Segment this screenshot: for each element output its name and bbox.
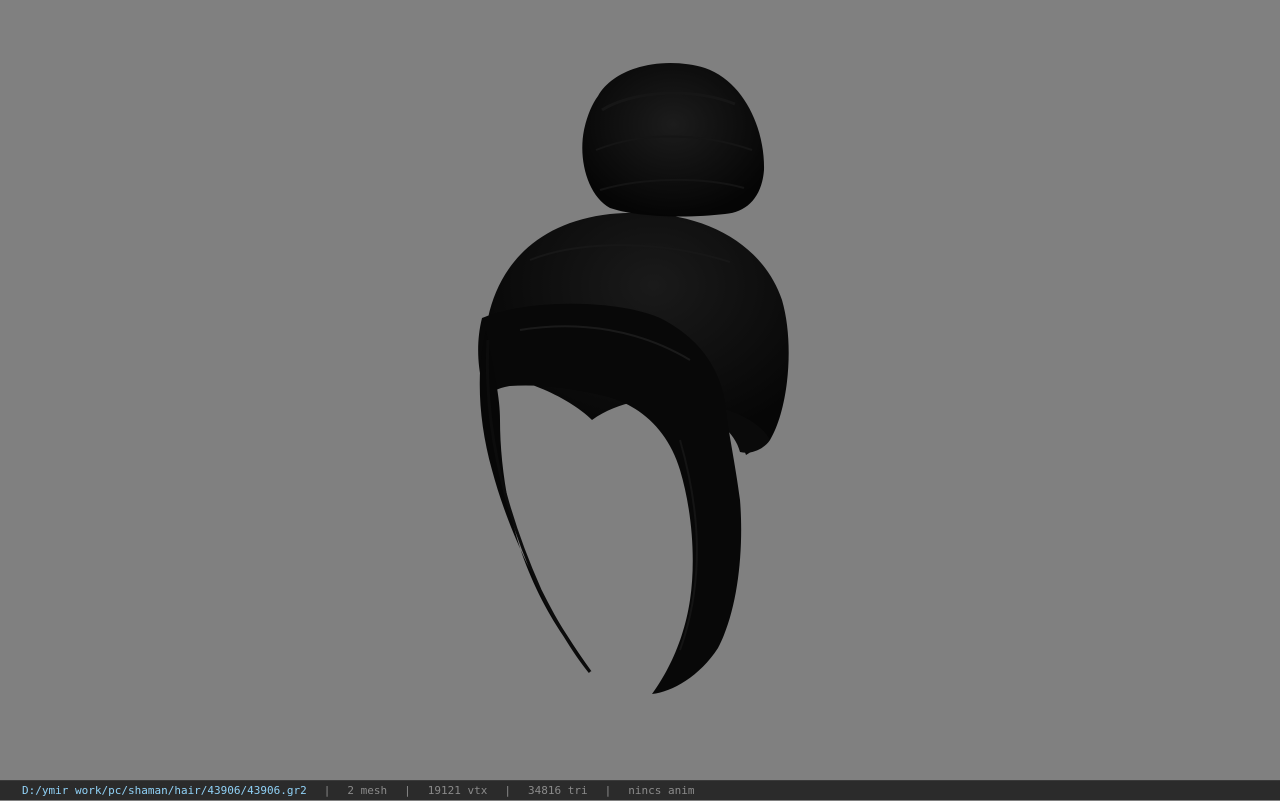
- hair-model-render: [478, 63, 789, 694]
- hair-fringe: [478, 303, 742, 694]
- hair-bun: [582, 63, 765, 217]
- 3d-viewport[interactable]: [0, 0, 1280, 780]
- vertex-count-text: 19121 vtx: [427, 783, 488, 797]
- status-bar: D:/ymir work/pc/shaman/hair/43906/43906.…: [0, 780, 1280, 800]
- status-separator: |: [504, 783, 512, 797]
- status-separator: |: [323, 783, 331, 797]
- animation-status-text: nincs anim: [628, 783, 695, 797]
- file-path-text: D:/ymir work/pc/shaman/hair/43906/43906.…: [22, 783, 307, 797]
- mesh-count-text: 2 mesh: [347, 783, 388, 797]
- status-separator: |: [404, 783, 411, 797]
- status-separator: |: [604, 783, 612, 797]
- triangle-count-text: 34816 tri: [528, 783, 588, 797]
